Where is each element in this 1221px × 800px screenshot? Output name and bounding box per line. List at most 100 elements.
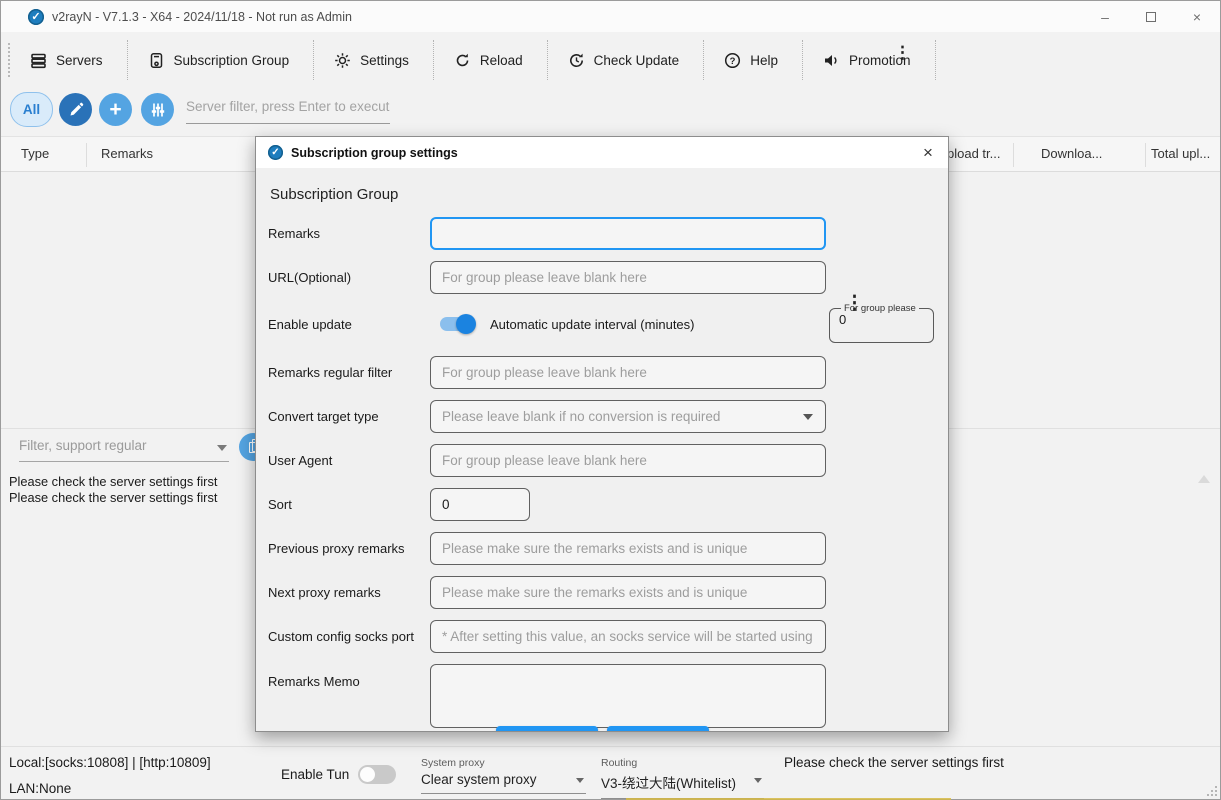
toolbar-subscription-group-label: Subscription Group [174,53,290,68]
column-header-remarks[interactable]: Remarks [101,146,153,161]
subscription-group-icon [148,52,165,69]
sort-label: Sort [268,497,430,512]
window-title: v2rayN - V7.1.3 - X64 - 2024/11/18 - Not… [52,10,352,24]
scrollbar-up-arrow[interactable] [1198,475,1210,483]
minimize-button[interactable]: – [1082,1,1128,32]
remarks-row: Remarks [268,217,934,250]
speaker-icon [823,52,840,69]
resize-grip[interactable] [1207,786,1217,796]
remarks-input[interactable] [430,217,826,250]
convert-target-select[interactable]: Please leave blank if no conversion is r… [430,400,826,433]
title-bar: ✓ v2rayN - V7.1.3 - X64 - 2024/11/18 - N… [1,1,1220,32]
toolbar-subscription-group[interactable]: Subscription Group [128,43,314,77]
svg-text:?: ? [730,56,736,67]
add-group-button[interactable]: + [99,93,132,126]
url-input[interactable] [430,261,826,294]
toolbar-check-update-label: Check Update [594,53,680,68]
chevron-down-icon [576,778,584,783]
sliders-icon [150,102,166,118]
column-header-type[interactable]: Type [21,146,49,161]
url-row: URL(Optional) [268,261,934,294]
socks-port-row: Custom config socks port [268,620,934,653]
column-header-download[interactable]: Downloa... [1041,146,1102,161]
app-logo-icon: ✓ [28,9,44,25]
column-header-upload-traffic[interactable]: pload tr... [947,146,1000,161]
interval-value[interactable]: 0 [836,312,933,327]
previous-proxy-input[interactable] [430,532,826,565]
servers-icon [30,52,47,69]
gear-icon [334,52,351,69]
statusbar-message: Please check the server settings first [784,755,1004,770]
url-label: URL(Optional) [268,270,430,285]
toolbar-reload[interactable]: Reload [434,43,547,77]
toggle-knob [360,767,375,782]
toolbar-more-icon[interactable]: ⋮ [894,47,911,59]
help-icon: ? [724,52,741,69]
remarks-memo-row: Remarks Memo [268,664,934,728]
status-bar: Local:[socks:10808] | [http:10809] LAN:N… [1,746,1220,799]
status-message-line: Please check the server settings first [9,474,217,489]
toolbar-servers[interactable]: Servers [10,43,127,77]
toolbar-help-label: Help [750,53,778,68]
dialog-title: Subscription group settings [291,146,458,160]
convert-target-row: Convert target type Please leave blank i… [268,400,934,433]
server-filter-bar: All + Server filter, press Enter to exec… [1,89,1220,132]
group-sort-button[interactable] [141,93,174,126]
pencil-icon [68,102,84,118]
column-header-total-upload[interactable]: Total upl... [1151,146,1210,161]
edit-group-button[interactable] [59,93,92,126]
column-separator[interactable] [86,143,87,167]
enable-update-row: Enable update Automatic update interval … [268,305,934,343]
column-separator[interactable] [1013,143,1014,167]
routing-select[interactable]: V3-绕过大陆(Whitelist) [601,772,764,799]
sort-input[interactable] [430,488,530,521]
socks-port-input[interactable] [430,620,826,653]
toolbar-check-update[interactable]: Check Update [548,43,704,77]
plus-icon: + [109,99,121,120]
app-window: ✓ v2rayN - V7.1.3 - X64 - 2024/11/18 - N… [0,0,1221,800]
toolbar-help[interactable]: ? Help [704,43,802,77]
all-groups-button[interactable]: All [10,92,53,127]
check-update-icon [568,52,585,69]
system-proxy-select[interactable]: Clear system proxy [421,772,586,794]
maximize-button[interactable] [1128,1,1174,32]
server-filter-input[interactable]: Server filter, press Enter to execute [186,99,390,124]
dialog-buttons: Confirm Cancel [256,726,948,732]
close-window-button[interactable]: × [1174,1,1220,32]
toolbar-servers-label: Servers [56,53,103,68]
user-agent-input[interactable] [430,444,826,477]
system-proxy-value: Clear system proxy [421,772,537,787]
enable-update-toggle[interactable] [440,317,474,331]
maximize-icon [1146,12,1156,22]
main-toolbar: Servers Subscription Group Settings Relo… [1,37,1220,83]
sort-row: Sort [268,488,934,521]
log-filter-input[interactable]: Filter, support regular [19,438,229,462]
status-message-line: Please check the server settings first [9,490,217,505]
remarks-filter-input[interactable] [430,356,826,389]
dialog-close-button[interactable]: × [908,137,948,168]
subscription-group-settings-dialog: ✓ Subscription group settings × Subscrip… [255,136,949,732]
routing-value: V3-绕过大陆(Whitelist) [601,776,736,791]
interval-label: Automatic update interval (minutes) [490,317,694,332]
toolbar-promotion[interactable]: Promotion [803,43,935,77]
previous-proxy-row: Previous proxy remarks [268,532,934,565]
system-proxy-label: System proxy [421,757,485,769]
column-separator[interactable] [1145,143,1146,167]
chevron-down-icon[interactable] [217,445,227,451]
user-agent-label: User Agent [268,453,430,468]
remarks-filter-label: Remarks regular filter [268,365,430,380]
confirm-button[interactable]: Confirm [496,726,598,732]
dialog-logo-icon: ✓ [268,145,283,160]
convert-target-placeholder: Please leave blank if no conversion is r… [442,409,720,424]
next-proxy-input[interactable] [430,576,826,609]
cancel-button[interactable]: Cancel [607,726,709,732]
remarks-memo-input[interactable] [430,664,826,728]
toolbar-separator [935,40,936,80]
routing-label: Routing [601,757,637,769]
reload-icon [454,52,471,69]
next-proxy-label: Next proxy remarks [268,585,430,600]
convert-target-label: Convert target type [268,409,430,424]
enable-tun-toggle[interactable] [358,765,396,784]
toolbar-settings-label: Settings [360,53,409,68]
toolbar-settings[interactable]: Settings [314,43,433,77]
